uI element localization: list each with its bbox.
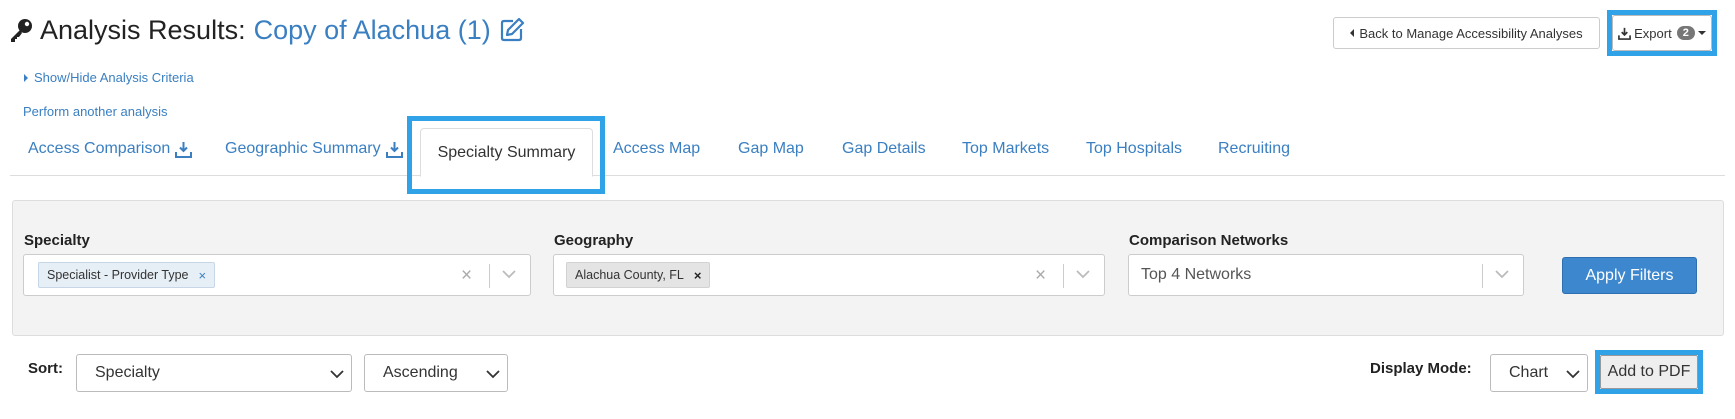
chevron-down-icon[interactable] xyxy=(1076,269,1090,279)
geography-label: Geography xyxy=(554,232,634,249)
chevron-down-icon[interactable] xyxy=(502,269,516,279)
tab-specialty-summary[interactable]: Specialty Summary xyxy=(420,128,593,177)
specialty-chip: Specialist - Provider Type × xyxy=(38,262,216,288)
export-count-badge: 2 xyxy=(1676,26,1695,40)
networks-label: Comparison Networks xyxy=(1129,232,1289,249)
back-button-label: Back to Manage Accessibility Analyses xyxy=(1359,25,1583,41)
tab-top-markets[interactable]: Top Markets xyxy=(962,140,1049,158)
chevron-down-icon xyxy=(1566,370,1580,379)
tab-recruiting[interactable]: Recruiting xyxy=(1218,140,1290,158)
analysis-name-link[interactable]: Copy of Alachua (1) xyxy=(254,15,491,46)
select-separator xyxy=(1063,264,1064,288)
tab-access-comparison[interactable]: Access Comparison xyxy=(28,140,193,158)
page-title: Analysis Results: Copy of Alachua (1) xyxy=(8,10,525,50)
remove-chip-icon[interactable]: × xyxy=(199,268,207,283)
export-label: Export xyxy=(1634,25,1672,41)
select-separator xyxy=(489,264,490,288)
display-mode-label: Display Mode: xyxy=(1370,360,1472,377)
networks-placeholder: Top 4 Networks xyxy=(1141,266,1252,283)
export-button[interactable]: Export 2 xyxy=(1612,15,1712,51)
download-icon[interactable] xyxy=(175,141,193,158)
download-icon[interactable] xyxy=(385,141,403,158)
tab-top-hospitals[interactable]: Top Hospitals xyxy=(1086,140,1182,158)
select-separator xyxy=(1482,264,1483,288)
show-hide-criteria-label: Show/Hide Analysis Criteria xyxy=(34,70,194,85)
download-icon xyxy=(1618,27,1632,40)
geography-select[interactable]: Alachua County, FL × × xyxy=(553,254,1105,296)
sort-order-select[interactable]: Ascending xyxy=(364,354,508,392)
caret-left-icon xyxy=(1350,29,1355,37)
tab-label: Geographic Summary xyxy=(225,140,381,157)
tab-geographic-summary[interactable]: Geographic Summary xyxy=(225,140,403,158)
chevron-down-icon xyxy=(486,370,500,379)
remove-chip-icon[interactable]: × xyxy=(694,268,702,283)
geography-chip: Alachua County, FL × xyxy=(566,262,711,288)
networks-select[interactable]: Top 4 Networks xyxy=(1128,254,1524,296)
key-icon xyxy=(11,19,32,42)
display-mode-value: Chart xyxy=(1509,364,1549,381)
specialty-label: Specialty xyxy=(24,232,90,249)
title-prefix: Analysis Results: xyxy=(40,14,246,45)
apply-filters-button[interactable]: Apply Filters xyxy=(1562,257,1697,294)
caret-right-icon xyxy=(24,73,28,82)
geography-chip-label: Alachua County, FL xyxy=(575,268,684,282)
specialty-chip-label: Specialist - Provider Type xyxy=(47,268,189,282)
tabs-divider xyxy=(10,175,1725,176)
tab-label: Specialty Summary xyxy=(437,143,576,161)
sort-field-value: Specialty xyxy=(95,364,160,381)
specialty-select[interactable]: Specialist - Provider Type × × xyxy=(23,254,531,296)
sort-field-select[interactable]: Specialty xyxy=(76,354,352,392)
tab-gap-details[interactable]: Gap Details xyxy=(842,140,926,158)
chevron-down-icon[interactable] xyxy=(1495,269,1509,279)
clear-icon[interactable]: × xyxy=(1035,265,1046,287)
back-to-manage-button[interactable]: Back to Manage Accessibility Analyses xyxy=(1333,17,1600,49)
sort-order-value: Ascending xyxy=(383,364,458,381)
tab-gap-map[interactable]: Gap Map xyxy=(738,140,804,158)
chevron-down-icon xyxy=(1697,31,1706,35)
tab-label: Access Comparison xyxy=(28,140,171,157)
perform-another-link[interactable]: Perform another analysis xyxy=(23,104,168,119)
tab-access-map[interactable]: Access Map xyxy=(613,140,700,158)
edit-icon[interactable] xyxy=(499,17,525,43)
chevron-down-icon xyxy=(330,370,344,379)
show-hide-criteria-link[interactable]: Show/Hide Analysis Criteria xyxy=(24,70,194,85)
sort-label: Sort: xyxy=(28,360,63,377)
display-mode-select[interactable]: Chart xyxy=(1490,354,1588,392)
add-to-pdf-button[interactable]: Add to PDF xyxy=(1600,355,1698,389)
clear-icon[interactable]: × xyxy=(461,265,472,287)
